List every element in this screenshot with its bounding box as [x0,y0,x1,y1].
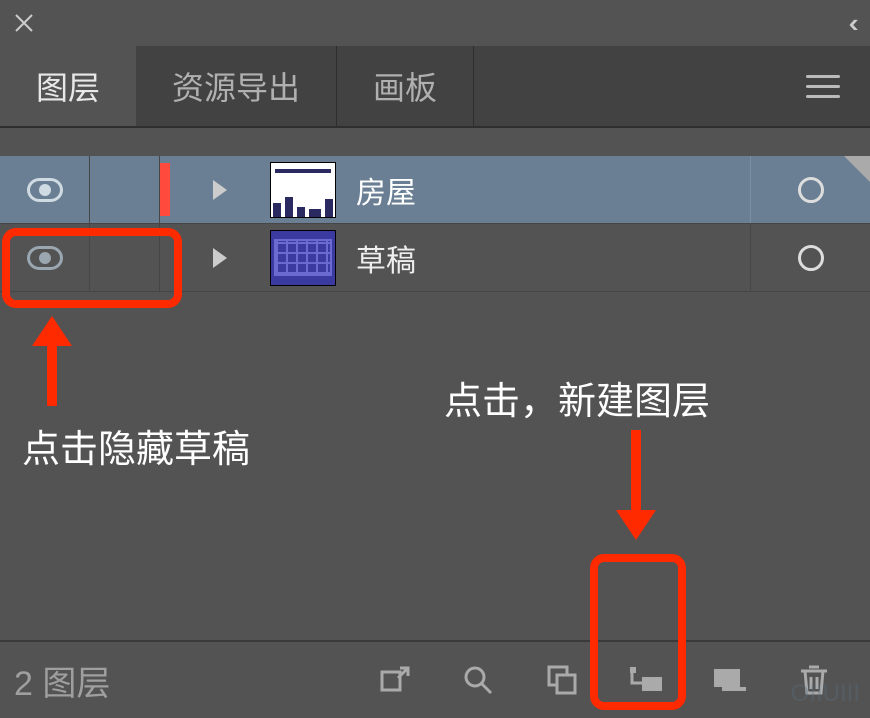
panel-menu-icon[interactable] [806,75,840,98]
close-icon[interactable] [10,9,38,37]
layer-thumbnail[interactable] [270,162,336,218]
expand-toggle[interactable] [170,224,270,291]
layer-color-bar [160,163,170,217]
annotation-arrow-up [32,316,72,406]
layer-thumbnail[interactable] [270,230,336,286]
layer-row[interactable]: 草稿 [0,224,870,292]
layer-count-label: 2 图层 [14,656,110,705]
eye-icon [27,246,63,270]
lock-toggle[interactable] [90,224,160,291]
target-circle-icon [798,245,824,271]
panel-tabs: 图层 资源导出 画板 [0,46,870,128]
delete-icon[interactable] [772,642,856,718]
tab-artboards[interactable]: 画板 [337,46,474,126]
new-layer-icon[interactable] [688,642,772,718]
layer-name[interactable]: 草稿 [356,236,750,280]
annotation-text-hide-draft: 点击隐藏草稿 [22,418,250,473]
new-sublayer-icon[interactable] [604,642,688,718]
visibility-toggle[interactable] [0,224,90,291]
eye-icon [27,178,63,202]
collapse-panel-icon[interactable]: ‹‹ [850,8,860,39]
target-circle-icon [798,177,824,203]
tab-layers[interactable]: 图层 [0,46,136,126]
chevron-right-icon [213,248,227,268]
target-toggle[interactable] [750,224,870,291]
layer-row[interactable]: 房屋 [0,156,870,224]
selection-corner-icon [844,156,870,182]
chevron-right-icon [213,180,227,200]
layers-bottombar: 2 图层 [0,640,870,718]
visibility-toggle[interactable] [0,156,90,223]
panel-topbar: ‹‹ [0,0,870,46]
layer-color-bar [160,231,170,285]
tab-asset-export[interactable]: 资源导出 [136,46,337,126]
tab-spacer [474,46,870,126]
search-icon[interactable] [436,642,520,718]
annotation-text-new-layer: 点击，新建图层 [444,370,710,425]
group-icon[interactable] [520,642,604,718]
lock-toggle[interactable] [90,156,160,223]
layer-name[interactable]: 房屋 [356,168,750,212]
expand-toggle[interactable] [170,156,270,223]
annotation-arrow-down [616,430,656,540]
layers-list: 房屋 草稿 [0,128,870,292]
export-icon[interactable] [352,642,436,718]
